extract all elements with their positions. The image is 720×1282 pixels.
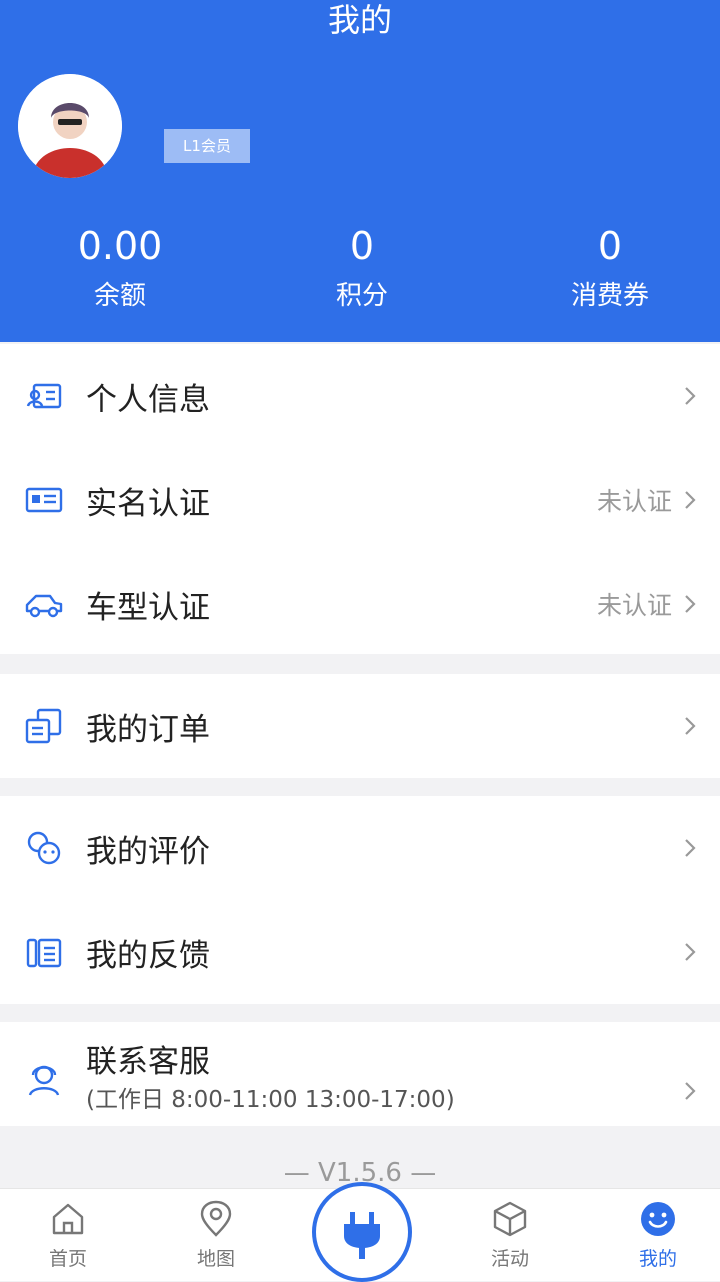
avatar[interactable] (18, 74, 122, 178)
car-model-status: 未认证 (596, 591, 672, 620)
tab-map-label: 地图 (196, 1248, 235, 1270)
chevron-right-icon (685, 1082, 696, 1101)
coupons-label: 消费券 (570, 281, 649, 311)
tab-activity[interactable]: 活动 (450, 1199, 570, 1273)
feedback-label: 我的反馈 (86, 937, 210, 974)
tab-map[interactable]: 地图 (156, 1199, 276, 1273)
coupons-stat[interactable]: 0 消费券 (490, 224, 720, 314)
points-label: 积分 (335, 281, 388, 311)
orders-row[interactable]: 我的订单 (0, 674, 720, 778)
review-icon (27, 831, 61, 865)
orders-icon (25, 708, 62, 744)
customer-service-icon (28, 1065, 60, 1096)
chevron-right-icon (685, 387, 696, 405)
map-pin-icon (200, 1200, 232, 1237)
balance-value: 0.00 (77, 224, 163, 268)
member-level-badge: L1会员 (164, 129, 250, 163)
profile-header: 我的 L1会员 0.00 余额 0 积分 0 消费券 (0, 0, 720, 342)
tab-home[interactable]: 首页 (8, 1199, 128, 1273)
chevron-right-icon (685, 595, 696, 613)
chevron-right-icon (685, 839, 696, 857)
orders-label: 我的订单 (86, 711, 210, 748)
service-card: 联系客服 (工作日 8:00-11:00 13:00-17:00) (0, 1022, 720, 1126)
tab-home-label: 首页 (48, 1248, 87, 1270)
car-model-row[interactable]: 车型认证 未认证 (0, 552, 720, 656)
tab-activity-label: 活动 (490, 1248, 529, 1270)
real-name-status: 未认证 (596, 487, 672, 516)
points-value: 0 (349, 224, 375, 268)
balance-label: 余额 (93, 281, 146, 311)
charging-plug-icon (344, 1212, 380, 1259)
reviews-row[interactable]: 我的评价 (0, 796, 720, 900)
home-icon (52, 1203, 84, 1235)
reviews-label: 我的评价 (86, 833, 210, 870)
charge-button[interactable] (312, 1182, 412, 1282)
page-title: 我的 (327, 1, 392, 39)
coupons-value: 0 (597, 224, 623, 268)
personal-info-row[interactable]: 个人信息 (0, 344, 720, 448)
customer-service-row[interactable]: 联系客服 (工作日 8:00-11:00 13:00-17:00) (0, 1022, 720, 1146)
personal-info-label: 个人信息 (86, 381, 210, 418)
car-icon (25, 594, 63, 618)
account-card: 个人信息 实名认证 未认证 车型认证 未认证 (0, 344, 720, 654)
feedback-row[interactable]: 我的反馈 (0, 900, 720, 1004)
tab-mine[interactable]: 我的 (598, 1199, 718, 1273)
id-card-icon (25, 487, 63, 513)
feedback-icon (26, 938, 62, 968)
real-name-row[interactable]: 实名认证 未认证 (0, 448, 720, 552)
car-model-label: 车型认证 (86, 589, 210, 626)
balance-stat[interactable]: 0.00 余额 (0, 224, 240, 314)
chevron-right-icon (685, 491, 696, 509)
reviews-card: 我的评价 我的反馈 (0, 796, 720, 1004)
box-icon (493, 1201, 527, 1237)
smiley-icon (641, 1202, 675, 1236)
service-hours: (工作日 8:00-11:00 13:00-17:00) (86, 1087, 455, 1113)
profile-card-icon (26, 383, 62, 409)
real-name-label: 实名认证 (86, 485, 210, 522)
orders-card: 我的订单 (0, 674, 720, 778)
chevron-right-icon (685, 717, 696, 735)
chevron-right-icon (685, 943, 696, 961)
tab-mine-label: 我的 (638, 1248, 677, 1270)
points-stat[interactable]: 0 积分 (242, 224, 482, 314)
customer-service-label: 联系客服 (86, 1044, 210, 1080)
